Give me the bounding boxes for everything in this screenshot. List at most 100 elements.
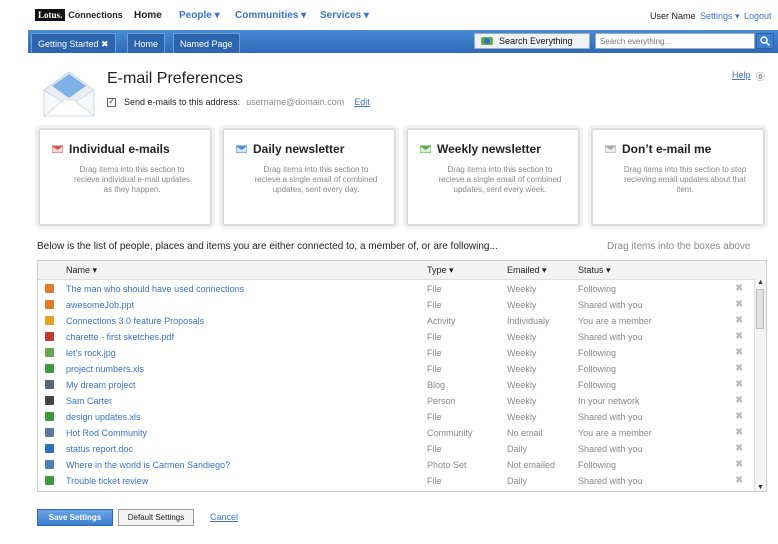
search-scope-label: Search Everything (499, 36, 573, 46)
weekly-newsletter-dropzone[interactable]: Weekly newsletter Drag items into this s… (406, 128, 580, 226)
item-type: File (427, 348, 442, 358)
table-row[interactable]: Trouble ticket review File Daily Shared wit… (38, 473, 754, 489)
item-emailed: Individualy (507, 316, 550, 326)
column-emailed[interactable]: Emailed ▾ (507, 265, 547, 276)
logout-link[interactable]: Logout (744, 11, 772, 21)
nav-communities[interactable]: Communities ▾ (235, 10, 306, 21)
item-emailed: Weekly (507, 380, 537, 390)
table-scrollbar[interactable]: ▲ ▼ (754, 279, 766, 491)
cancel-link[interactable]: Cancel (210, 512, 238, 522)
item-name-link[interactable]: Sam Carter (66, 396, 112, 406)
nav-people[interactable]: People ▾ (179, 10, 220, 21)
remove-icon[interactable]: ✖ (735, 411, 743, 422)
item-emailed: Weekly (507, 396, 537, 406)
remove-icon[interactable]: ✖ (735, 347, 743, 358)
search-scope-select[interactable]: Search Everything ▾ (474, 33, 599, 49)
table-row[interactable]: Connections 3.0 feature Proposals Activit… (38, 313, 754, 329)
item-type: Blog (427, 380, 446, 390)
default-settings-button[interactable]: Default Settings (118, 509, 194, 526)
dont-email-dropzone[interactable]: Don’t e-mail me Drag items into this sec… (591, 128, 765, 226)
edit-email-link[interactable]: Edit (354, 97, 370, 107)
item-name-link[interactable]: Where in the world is Carmen Sandiego? (66, 460, 230, 470)
column-status[interactable]: Status ▾ (578, 265, 611, 276)
scroll-thumb[interactable] (756, 289, 764, 329)
table-row[interactable]: Where in the world is Carmen Sandiego? Ph… (38, 457, 754, 473)
table-row[interactable]: awesomeJob.ppt File Weekly Shared with you ✖ (38, 297, 754, 313)
box-title: Don’t e-mail me (622, 142, 712, 156)
lotus-logo-mark: Lotus. (35, 9, 66, 21)
remove-icon[interactable]: ✖ (735, 331, 743, 342)
table-row[interactable]: Sam Carter Person Weekly In your network ✖ (38, 393, 754, 409)
item-name-link[interactable]: design updates.xls (66, 412, 141, 422)
item-name-link[interactable]: awesomeJob.ppt (66, 300, 134, 310)
item-type: Person (427, 396, 456, 406)
tab-getting-started[interactable]: Getting Started ✖ (31, 33, 116, 53)
search-scope-icon (481, 36, 493, 46)
item-name-link[interactable]: Connections 3.0 feature Proposals (66, 316, 204, 326)
item-name-link[interactable]: My dream project (66, 380, 136, 390)
item-emailed: Weekly (507, 332, 537, 342)
item-name-link[interactable]: status report.doc (66, 444, 133, 454)
item-status: Shared with you (578, 444, 643, 454)
search-icon (760, 36, 771, 47)
search-button[interactable] (756, 33, 774, 49)
box-description: Drag items into this section to recieve … (254, 165, 378, 194)
item-type-icon (45, 428, 54, 437)
item-name-link[interactable]: The man who should have used connections (66, 284, 244, 294)
item-type-icon (45, 316, 54, 325)
item-name-link[interactable]: charette - first sketches.pdf (66, 332, 174, 342)
remove-icon[interactable]: ✖ (735, 395, 743, 406)
send-emails-checkbox[interactable] (107, 96, 116, 107)
nav-services[interactable]: Services ▾ (320, 10, 369, 21)
scroll-up-icon[interactable]: ▲ (757, 279, 764, 286)
remove-icon[interactable]: ✖ (735, 459, 743, 470)
table-row[interactable]: status report.doc File Daily Shared with yo… (38, 441, 754, 457)
remove-icon[interactable]: ✖ (735, 363, 743, 374)
table-row[interactable]: My dream project Blog Weekly Following ✖ (38, 377, 754, 393)
remove-icon[interactable]: ✖ (735, 379, 743, 390)
remove-icon[interactable]: ✖ (735, 443, 743, 454)
help-link[interactable]: Help (732, 70, 751, 80)
column-type[interactable]: Type ▾ (427, 265, 454, 276)
item-type-icon (45, 444, 54, 453)
settings-menu[interactable]: Settings ▾ (700, 11, 740, 22)
item-type-icon (45, 460, 54, 469)
item-name-link[interactable]: Hot Rod Community (66, 428, 147, 438)
app-logo[interactable]: Lotus. Connections (35, 9, 123, 21)
tab-named-page[interactable]: Named Page (173, 33, 240, 53)
box-title: Weekly newsletter (437, 142, 541, 156)
item-status: Following (578, 460, 617, 470)
tab-home[interactable]: Home (127, 33, 166, 53)
remove-icon[interactable]: ✖ (735, 315, 743, 326)
item-type: Community (427, 428, 473, 438)
table-row[interactable]: let's rock.jpg File Weekly Following ✖ (38, 345, 754, 361)
item-emailed: Weekly (507, 348, 537, 358)
table-row[interactable]: design updates.xls File Weekly Shared with … (38, 409, 754, 425)
table-row[interactable]: charette - first sketches.pdf File Weekly S… (38, 329, 754, 345)
table-row[interactable]: The man who should have used connections… (38, 281, 754, 297)
remove-icon[interactable]: ✖ (735, 427, 743, 438)
scroll-down-icon[interactable]: ▼ (757, 484, 764, 491)
user-name[interactable]: User Name (650, 11, 696, 21)
table-row[interactable]: project numbers.xls File Weekly Following ✖ (38, 361, 754, 377)
item-emailed: No email (507, 428, 543, 438)
table-row[interactable]: Hot Rod Community Community No email You ar… (38, 425, 754, 441)
remove-icon[interactable]: ✖ (735, 299, 743, 310)
item-name-link[interactable]: Trouble ticket review (66, 476, 148, 486)
item-type-icon (45, 380, 54, 389)
box-title: Individual e-mails (69, 142, 170, 156)
daily-newsletter-dropzone[interactable]: Daily newsletter Drag items into this se… (222, 128, 396, 226)
column-name[interactable]: Name ▾ (66, 265, 97, 276)
nav-home[interactable]: Home (134, 10, 162, 21)
item-name-link[interactable]: project numbers.xls (66, 364, 144, 374)
remove-icon[interactable]: ✖ (735, 283, 743, 294)
individual-emails-dropzone[interactable]: Individual e-mails Drag items into this … (38, 128, 212, 226)
item-type: File (427, 332, 442, 342)
item-status: Shared with you (578, 412, 643, 422)
remove-icon[interactable]: ✖ (735, 475, 743, 486)
item-name-link[interactable]: let's rock.jpg (66, 348, 116, 358)
help-icon[interactable]: ⓪ (756, 70, 765, 83)
item-type-icon (45, 412, 54, 421)
save-settings-button[interactable]: Save Settings (37, 509, 113, 526)
search-input[interactable] (595, 33, 755, 49)
